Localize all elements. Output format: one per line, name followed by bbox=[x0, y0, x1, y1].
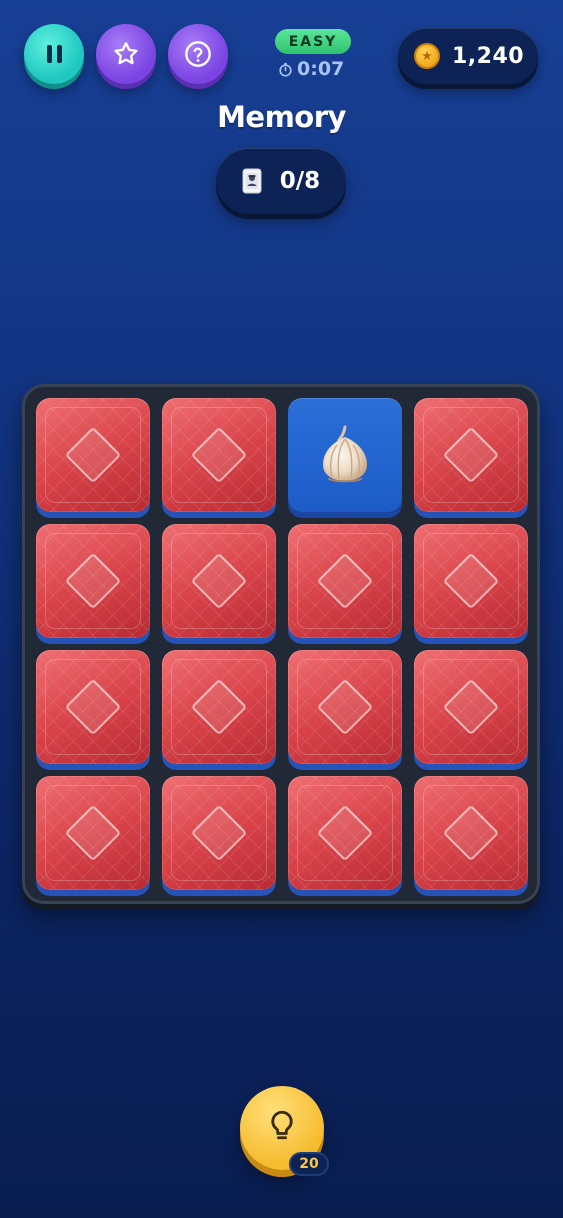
playing-card-icon bbox=[242, 168, 262, 194]
coin-icon: ★ bbox=[414, 43, 440, 69]
pairs-progress: 0/8 bbox=[216, 148, 346, 214]
card-face-down[interactable] bbox=[288, 776, 402, 890]
lightbulb-icon bbox=[271, 1110, 293, 1140]
star-icon bbox=[114, 42, 138, 65]
favorites-button[interactable] bbox=[96, 24, 156, 84]
coin-count: 1,240 bbox=[452, 43, 525, 69]
stopwatch-icon bbox=[279, 62, 292, 77]
timer-value: 0:07 bbox=[297, 58, 345, 80]
card-face-down[interactable] bbox=[36, 398, 150, 512]
pairs-count: 0/8 bbox=[279, 168, 321, 194]
card-face-down[interactable] bbox=[36, 524, 150, 638]
card-face-down[interactable] bbox=[288, 650, 402, 764]
card-face-down[interactable] bbox=[288, 524, 402, 638]
card-face-down[interactable] bbox=[162, 524, 276, 638]
card-face-down[interactable] bbox=[36, 650, 150, 764]
difficulty-badge: EASY bbox=[275, 29, 351, 54]
question-mark-icon bbox=[185, 41, 211, 67]
card-face-down[interactable] bbox=[414, 524, 528, 638]
garlic-icon bbox=[323, 425, 367, 483]
card-face-down[interactable] bbox=[36, 776, 150, 890]
card-face-down[interactable] bbox=[414, 650, 528, 764]
hint-count-badge: 20 bbox=[289, 1152, 329, 1176]
card-face-down[interactable] bbox=[162, 650, 276, 764]
help-button[interactable] bbox=[168, 24, 228, 84]
card-grid bbox=[22, 384, 540, 904]
page-title: Memory bbox=[217, 100, 346, 134]
timer: 0:07 bbox=[278, 57, 344, 81]
coin-balance: ★ 1,240 bbox=[398, 28, 538, 84]
card-face-down[interactable] bbox=[162, 776, 276, 890]
card-face-down[interactable] bbox=[414, 776, 528, 890]
card-face-down[interactable] bbox=[162, 398, 276, 512]
pause-icon bbox=[44, 45, 64, 63]
pause-button[interactable] bbox=[24, 24, 84, 84]
card-face-up-garlic[interactable] bbox=[288, 398, 402, 512]
card-face-down[interactable] bbox=[414, 398, 528, 512]
